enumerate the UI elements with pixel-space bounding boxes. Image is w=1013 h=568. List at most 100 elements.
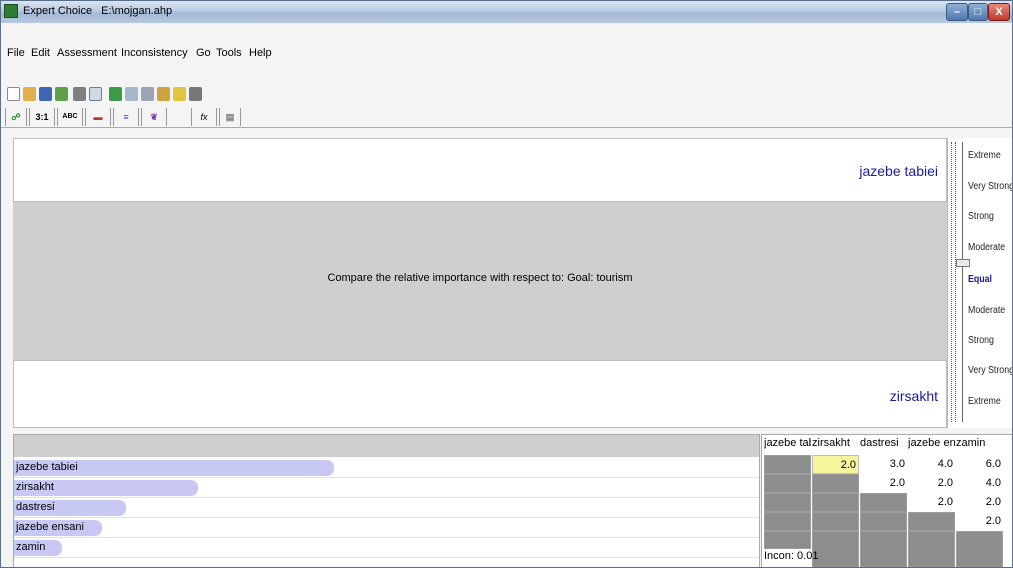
scale-label-strong-top[interactable]: Strong [968,211,994,222]
matrix-header-dastresi: dastresi [860,437,899,449]
question-icon[interactable] [157,87,170,101]
menu-inconsistency[interactable]: Inconsistency [121,47,188,59]
matrix-cell-diagonal[interactable] [812,493,859,512]
matrix-cell[interactable]: 6.0 [956,455,1003,474]
mode-toolbar: ☍ 3:1 ABC ▬ ≡ ❦ fx ▤ [1,106,1012,128]
menu-go[interactable]: Go [196,47,211,59]
close-button[interactable]: X [988,3,1010,21]
matrix-cell-diagonal[interactable] [764,455,811,474]
copy-icon[interactable] [125,87,138,101]
comparison-prompt: Compare the relative importance with res… [327,272,633,284]
matrix-header-zamin: zamin [956,437,986,449]
menu-edit[interactable]: Edit [31,47,50,59]
priorities-panel: jazebe tabiei zirsakht dastresi jazebe ensa… [13,434,760,567]
matrix-cell-empty [812,531,859,567]
scale-track [962,142,963,422]
matrix-cell-empty [908,531,955,567]
matrix-header-zirsakht: zirsakht [812,437,850,449]
top-item-area[interactable]: jazebe tabiei [13,138,947,202]
priority-row[interactable]: zirsakht [14,478,759,498]
comparison-matrix: jazebe tabi zirsakht dastresi jazebe ens… [761,434,1012,567]
scale-label-extreme-top[interactable]: Extreme [968,150,1001,161]
minimize-button[interactable]: – [946,3,968,21]
menu-assessment[interactable]: Assessment [57,47,117,59]
matrix-header-jazebe-ensani: jazebe ens [908,437,955,449]
priority-row[interactable]: jazebe ensani [14,518,759,538]
scale-tick-marks [951,142,952,422]
priority-item-name: jazebe ensani [16,521,84,533]
matrix-cell[interactable]: 2.0 [908,493,955,512]
graphical-tab-icon[interactable]: ▬ [85,108,111,126]
app-icon [4,4,18,18]
matrix-header-jazebe-tabiei: jazebe tabi [764,437,811,449]
priority-tab-icon[interactable]: ❦ [141,108,167,126]
priority-item-name: zamin [16,541,46,553]
scale-tick-marks-2 [955,142,956,422]
print-preview-icon[interactable] [89,87,102,101]
verbal-scale[interactable]: Extreme Very Strong Strong Moderate Equa… [947,138,1012,428]
menu-tools[interactable]: Tools [216,47,242,59]
title-bar: Expert Choice E:\mojgan.ahp – □ X [1,1,1012,23]
matrix-cell-diagonal [764,531,811,549]
matrix-cell-diagonal[interactable] [908,512,955,531]
new-file-icon[interactable] [7,87,20,101]
file-path: E:\mojgan.ahp [101,5,173,17]
priority-row[interactable]: dastresi [14,498,759,518]
top-item-label: jazebe tabiei [859,163,938,179]
open-folder-icon[interactable] [23,87,36,101]
matrix-cell[interactable]: 2.0 [956,512,1003,531]
tab-pairwise-verbal[interactable]: ABC [57,108,83,126]
matrix-cell-diagonal[interactable] [860,493,907,512]
scale-label-very-strong-bottom[interactable]: Very Strong [968,365,1012,376]
priority-item-name: zirsakht [16,481,54,493]
scale-label-moderate-bottom[interactable]: Moderate [968,305,1005,316]
bar-chart-tab-icon[interactable]: ≡ [113,108,139,126]
check-icon[interactable] [55,87,68,101]
scale-label-equal[interactable]: Equal [968,274,992,285]
bottom-item-area[interactable]: zirsakht [13,360,947,428]
matrix-cell-diagonal[interactable] [764,493,811,512]
scale-label-extreme-bottom[interactable]: Extreme [968,396,1001,407]
tab-formula[interactable]: fx [191,108,217,126]
tab-pairwise-numerical[interactable]: 3:1 [29,108,55,126]
matrix-cell-diagonal[interactable] [860,512,907,531]
comparison-panel: jazebe tabiei Compare the relative impor… [13,138,947,428]
matrix-cell[interactable]: 3.0 [860,455,907,474]
app-name: Expert Choice [23,5,93,17]
matrix-cell[interactable]: 2.0 [956,493,1003,512]
menu-help[interactable]: Help [249,47,272,59]
matrix-cell[interactable]: 4.0 [956,474,1003,493]
priority-row[interactable]: jazebe tabiei [14,458,759,478]
matrix-cell[interactable]: 2.0 [812,455,859,474]
window-title: Expert Choice E:\mojgan.ahp [23,5,178,17]
scale-label-moderate-top[interactable]: Moderate [968,242,1005,253]
settings-icon[interactable] [141,87,154,101]
matrix-cell[interactable]: 2.0 [908,474,955,493]
matrix-cell-diagonal[interactable] [764,512,811,531]
priority-item-name: jazebe tabiei [16,461,78,473]
save-icon[interactable] [39,87,52,101]
matrix-cell-diagonal[interactable] [812,474,859,493]
matrix-cell-diagonal[interactable] [764,474,811,493]
standard-toolbar [1,84,1012,106]
menu-file[interactable]: File [7,47,25,59]
maximize-button[interactable]: □ [968,3,988,21]
comparison-prompt-area: Compare the relative importance with res… [13,202,947,360]
wand-icon[interactable] [173,87,186,101]
matrix-cell-empty [956,531,1003,567]
scale-label-strong-bottom[interactable]: Strong [968,335,994,346]
tree-view-tab-icon[interactable]: ☍ [5,108,27,126]
priority-row[interactable]: zamin [14,538,759,558]
scale-slider-thumb[interactable] [956,259,970,267]
matrix-cell[interactable]: 2.0 [860,474,907,493]
menu-bar: File Edit Assessment Inconsistency Go To… [1,44,1012,64]
matrix-cell-diagonal[interactable] [812,512,859,531]
print-icon[interactable] [73,87,86,101]
bottom-item-label: zirsakht [889,388,938,404]
arrow-up-icon[interactable] [189,87,202,101]
data-grid-tab-icon[interactable]: ▤ [219,108,241,126]
scale-label-very-strong-top[interactable]: Very Strong [968,181,1012,192]
inconsistency-value: Incon: 0.01 [764,550,819,562]
matrix-cell[interactable]: 4.0 [908,455,955,474]
calculator-icon[interactable] [109,87,122,101]
